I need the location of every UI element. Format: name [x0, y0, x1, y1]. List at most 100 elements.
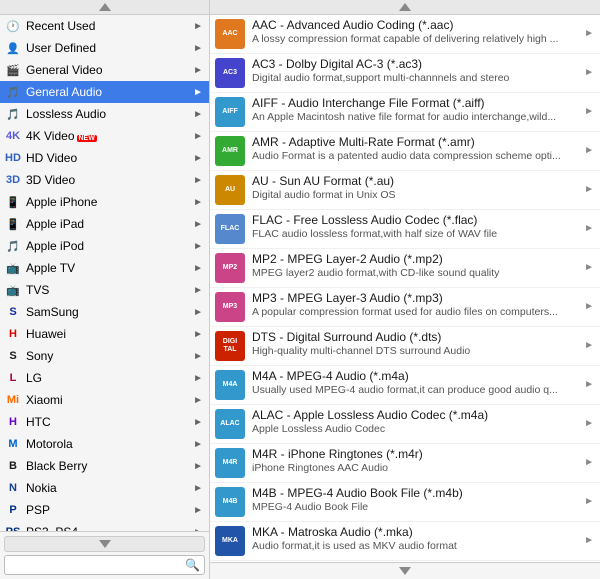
format-text-alac: ALAC - Apple Lossless Audio Codec (*.m4a…: [252, 408, 580, 435]
sidebar-item-huawei[interactable]: H Huawei ►: [0, 323, 209, 345]
format-item-dts[interactable]: DIGI TAL DTS - Digital Surround Audio (*…: [210, 327, 600, 366]
sidebar-item-apple-tv[interactable]: 📺 Apple TV ►: [0, 257, 209, 279]
sidebar-item-xiaomi[interactable]: Mi Xiaomi ►: [0, 389, 209, 411]
category-icon-psp: P: [4, 501, 22, 519]
format-desc-flac: FLAC audio lossless format,with half siz…: [252, 228, 580, 240]
chevron-right-icon: ►: [193, 329, 203, 340]
category-label-apple-tv: Apple TV: [26, 261, 191, 275]
format-desc-m4a: Usually used MPEG-4 audio format,it can …: [252, 384, 580, 396]
sidebar-item-samsung[interactable]: S SamSung ►: [0, 301, 209, 323]
search-icon: 🔍: [185, 558, 200, 572]
sidebar-item-ps3-ps4[interactable]: PS PS3, PS4 ►: [0, 521, 209, 531]
chevron-right-icon: ►: [584, 213, 594, 234]
top-arrows-bar: [0, 0, 600, 15]
chevron-right-icon: ►: [193, 483, 203, 494]
chevron-right-icon: ►: [584, 96, 594, 117]
category-label-lossless-audio: Lossless Audio: [26, 107, 191, 121]
sidebar-item-lg[interactable]: L LG ►: [0, 367, 209, 389]
search-bar[interactable]: 🔍: [4, 555, 205, 575]
format-item-m4b[interactable]: M4B M4B - MPEG-4 Audio Book File (*.m4b)…: [210, 483, 600, 522]
chevron-right-icon: ►: [193, 395, 203, 406]
sidebar-item-tvs[interactable]: 📺 TVS ►: [0, 279, 209, 301]
category-label-motorola: Motorola: [26, 437, 191, 451]
chevron-right-icon: ►: [193, 65, 203, 76]
format-item-m4a[interactable]: M4A M4A - MPEG-4 Audio (*.m4a) Usually u…: [210, 366, 600, 405]
category-icon-htc: H: [4, 413, 22, 431]
left-panel-up-arrow[interactable]: [0, 0, 210, 14]
new-badge: NEW: [77, 135, 97, 142]
category-label-general-audio: General Audio: [26, 85, 191, 99]
format-icon-aiff: AIFF: [214, 96, 246, 128]
category-label-lg: LG: [26, 371, 191, 385]
category-label-nokia: Nokia: [26, 481, 191, 495]
format-desc-m4b: MPEG-4 Audio Book File: [252, 501, 580, 513]
category-icon-general-audio: 🎵: [4, 83, 22, 101]
category-icon-4k-video: 4K: [4, 127, 22, 145]
left-panel: 🕐 Recent Used ► 👤 User Defined ► 🎬 Gener…: [0, 15, 210, 579]
category-icon-nokia: N: [4, 479, 22, 497]
format-item-ac3[interactable]: AC3 AC3 - Dolby Digital AC-3 (*.ac3) Dig…: [210, 54, 600, 93]
sidebar-item-blackberry[interactable]: B Black Berry ►: [0, 455, 209, 477]
format-icon-mp2: MP2: [214, 252, 246, 284]
sidebar-item-hd-video[interactable]: HD HD Video ►: [0, 147, 209, 169]
format-desc-mp2: MPEG layer2 audio format,with CD-like so…: [252, 267, 580, 279]
format-item-mp3[interactable]: MP3 MP3 - MPEG Layer-3 Audio (*.mp3) A p…: [210, 288, 600, 327]
right-panel-up-arrow[interactable]: [210, 0, 600, 14]
sidebar-item-motorola[interactable]: M Motorola ►: [0, 433, 209, 455]
sidebar-item-psp[interactable]: P PSP ►: [0, 499, 209, 521]
format-desc-aiff: An Apple Macintosh native file format fo…: [252, 111, 580, 123]
format-item-aiff[interactable]: AIFF AIFF - Audio Interchange File Forma…: [210, 93, 600, 132]
format-item-amr[interactable]: AMR AMR - Adaptive Multi-Rate Format (*.…: [210, 132, 600, 171]
category-icon-tvs: 📺: [4, 281, 22, 299]
category-icon-xiaomi: Mi: [4, 391, 22, 409]
format-item-mka[interactable]: MKA MKA - Matroska Audio (*.mka) Audio f…: [210, 522, 600, 561]
format-icon-aac: AAC: [214, 18, 246, 50]
format-desc-au: Digital audio format in Unix OS: [252, 189, 580, 201]
category-icon-user-defined: 👤: [4, 39, 22, 57]
category-icon-lg: L: [4, 369, 22, 387]
format-desc-m4r: iPhone Ringtones AAC Audio: [252, 462, 580, 474]
category-icon-blackberry: B: [4, 457, 22, 475]
category-icon-apple-ipod: 🎵: [4, 237, 22, 255]
format-item-alac[interactable]: ALAC ALAC - Apple Lossless Audio Codec (…: [210, 405, 600, 444]
category-icon-lossless-audio: 🎵: [4, 105, 22, 123]
format-icon-amr: AMR: [214, 135, 246, 167]
format-item-flac[interactable]: FLAC FLAC - Free Lossless Audio Codec (*…: [210, 210, 600, 249]
sidebar-item-3d-video[interactable]: 3D 3D Video ►: [0, 169, 209, 191]
sidebar-item-nokia[interactable]: N Nokia ►: [0, 477, 209, 499]
sidebar-item-htc[interactable]: H HTC ►: [0, 411, 209, 433]
sidebar-item-apple-iphone[interactable]: 📱 Apple iPhone ►: [0, 191, 209, 213]
sidebar-item-4k-video[interactable]: 4K 4K VideoNEW ►: [0, 125, 209, 147]
format-item-au[interactable]: AU AU - Sun AU Format (*.au) Digital aud…: [210, 171, 600, 210]
category-label-4k-video: 4K VideoNEW: [26, 129, 191, 143]
chevron-right-icon: ►: [193, 87, 203, 98]
sidebar-item-general-audio[interactable]: 🎵 General Audio ►: [0, 81, 209, 103]
format-icon-ac3: AC3: [214, 57, 246, 89]
sidebar-item-recent-used[interactable]: 🕐 Recent Used ►: [0, 15, 209, 37]
category-icon-apple-ipad: 📱: [4, 215, 22, 233]
format-desc-dts: High-quality multi-channel DTS surround …: [252, 345, 580, 357]
format-item-aac[interactable]: AAC AAC - Advanced Audio Coding (*.aac) …: [210, 15, 600, 54]
sidebar-item-general-video[interactable]: 🎬 General Video ►: [0, 59, 209, 81]
sidebar-item-lossless-audio[interactable]: 🎵 Lossless Audio ►: [0, 103, 209, 125]
format-item-mp2[interactable]: MP2 MP2 - MPEG Layer-2 Audio (*.mp2) MPE…: [210, 249, 600, 288]
category-label-apple-iphone: Apple iPhone: [26, 195, 191, 209]
category-label-samsung: SamSung: [26, 305, 191, 319]
left-down-arrow-button[interactable]: [4, 536, 205, 552]
sidebar-item-user-defined[interactable]: 👤 User Defined ►: [0, 37, 209, 59]
sidebar-item-apple-ipod[interactable]: 🎵 Apple iPod ►: [0, 235, 209, 257]
chevron-right-icon: ►: [584, 447, 594, 468]
format-title-aac: AAC - Advanced Audio Coding (*.aac): [252, 18, 580, 32]
chevron-right-icon: ►: [584, 369, 594, 390]
category-icon-hd-video: HD: [4, 149, 22, 167]
chevron-right-icon: ►: [193, 241, 203, 252]
search-input[interactable]: [9, 559, 185, 571]
format-title-mka: MKA - Matroska Audio (*.mka): [252, 525, 580, 539]
sidebar-item-apple-ipad[interactable]: 📱 Apple iPad ►: [0, 213, 209, 235]
category-icon-motorola: M: [4, 435, 22, 453]
format-icon-m4a: M4A: [214, 369, 246, 401]
format-text-flac: FLAC - Free Lossless Audio Codec (*.flac…: [252, 213, 580, 240]
format-item-m4r[interactable]: M4R M4R - iPhone Ringtones (*.m4r) iPhon…: [210, 444, 600, 483]
category-label-psp: PSP: [26, 503, 191, 517]
sidebar-item-sony[interactable]: S Sony ►: [0, 345, 209, 367]
